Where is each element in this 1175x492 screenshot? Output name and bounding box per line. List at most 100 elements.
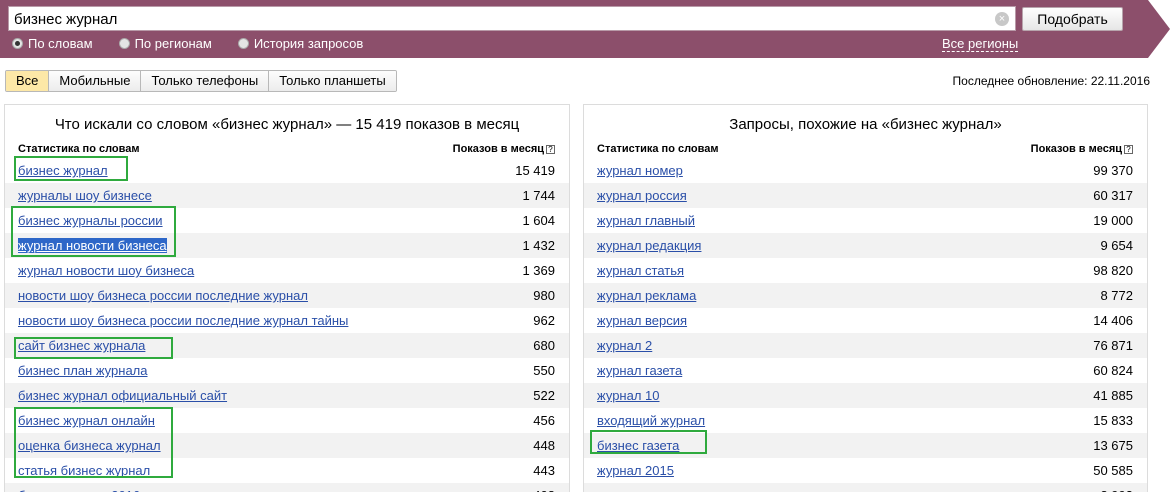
table-row: бизнес журналы россии 1 604 [5, 208, 569, 233]
tab-tablets-only[interactable]: Только планшеты [269, 71, 396, 91]
keyword-link[interactable]: сайт бизнес журнала [18, 338, 145, 353]
table-row: жк журнал 8 993 [584, 483, 1147, 492]
mode-label: По словам [28, 36, 93, 51]
table-row: журнал статья 98 820 [584, 258, 1147, 283]
table-row: журнал новости шоу бизнеса 1 369 [5, 258, 569, 283]
table-row: входящий журнал 15 833 [584, 408, 1147, 433]
impressions-count: 15 419 [515, 163, 555, 178]
table-row: журнал газета 60 824 [584, 358, 1147, 383]
tab-phones-only[interactable]: Только телефоны [141, 71, 270, 91]
table-row: журнал новости бизнеса 1 432 [5, 233, 569, 258]
keyword-link[interactable]: журнал реклама [597, 288, 696, 303]
table-row: журнал 10 41 885 [584, 383, 1147, 408]
keyword-link[interactable]: журнал 2015 [597, 463, 674, 478]
right-panel-title: Запросы, похожие на «бизнес журнал» [729, 116, 1002, 133]
mode-by-regions[interactable]: По регионам [118, 36, 212, 51]
table-row: журнал реклама 8 772 [584, 283, 1147, 308]
table-row: журнал редакция 9 654 [584, 233, 1147, 258]
table-row: бизнес журнал 2016 408 [5, 483, 569, 492]
search-band-arrow [1148, 0, 1170, 58]
table-row: сайт бизнес журнала 680 [5, 333, 569, 358]
impressions-count: 550 [533, 363, 555, 378]
keyword-link[interactable]: жк журнал [597, 488, 659, 492]
table-row: бизнес план журнала 550 [5, 358, 569, 383]
keyword-link[interactable]: журнал статья [597, 263, 684, 278]
keyword-link[interactable]: входящий журнал [597, 413, 705, 428]
search-box[interactable]: × [8, 6, 1016, 31]
keyword-link[interactable]: журнал редакция [597, 238, 701, 253]
keyword-link[interactable]: бизнес журнал официальный сайт [18, 388, 227, 403]
impressions-count: 448 [533, 438, 555, 453]
impressions-count: 99 370 [1093, 163, 1133, 178]
impressions-count: 980 [533, 288, 555, 303]
impressions-count: 14 406 [1093, 313, 1133, 328]
keyword-link[interactable]: журнал новости бизнеса [18, 238, 167, 253]
keyword-link[interactable]: журнал 2 [597, 338, 652, 353]
table-row: бизнес журнал онлайн 456 [5, 408, 569, 433]
impressions-count: 443 [533, 463, 555, 478]
table-row: новости шоу бизнеса россии последние жур… [5, 283, 569, 308]
impressions-count: 98 820 [1093, 263, 1133, 278]
impressions-count: 76 871 [1093, 338, 1133, 353]
impressions-count: 50 585 [1093, 463, 1133, 478]
impressions-count: 1 744 [522, 188, 555, 203]
clear-icon[interactable]: × [995, 12, 1009, 26]
keyword-link[interactable]: бизнес журнал 2016 [18, 488, 140, 492]
keyword-link[interactable]: бизнес журнал онлайн [18, 413, 155, 428]
table-row: журналы шоу бизнесе 1 744 [5, 183, 569, 208]
left-rows: бизнес журнал 15 419 журналы шоу бизнесе 1 … [5, 158, 569, 492]
impressions-count: 13 675 [1093, 438, 1133, 453]
keyword-link[interactable]: журнал версия [597, 313, 687, 328]
impressions-count: 9 654 [1100, 238, 1133, 253]
help-icon[interactable]: ? [1124, 144, 1133, 154]
keyword-link[interactable]: бизнес газета [597, 438, 679, 453]
keyword-link[interactable]: журнал газета [597, 363, 682, 378]
keyword-link[interactable]: журнал главный [597, 213, 695, 228]
impressions-count: 680 [533, 338, 555, 353]
impressions-count: 60 317 [1093, 188, 1133, 203]
mode-by-words[interactable]: По словам [12, 36, 93, 51]
table-row: оценка бизнеса журнал 448 [5, 433, 569, 458]
table-row: бизнес журнал 15 419 [5, 158, 569, 183]
keyword-link[interactable]: журналы шоу бизнесе [18, 188, 152, 203]
keyword-link[interactable]: новости шоу бизнеса россии последние жур… [18, 313, 348, 328]
col-words-label: Статистика по словам [18, 143, 140, 155]
all-regions-link[interactable]: Все регионы [942, 36, 1019, 52]
table-row: журнал версия 14 406 [584, 308, 1147, 333]
table-row: журнал номер 99 370 [584, 158, 1147, 183]
radio-icon[interactable] [237, 38, 249, 49]
search-input[interactable] [14, 9, 974, 29]
keyword-link[interactable]: статья бизнес журнал [18, 463, 150, 478]
table-row: журнал 2 76 871 [584, 333, 1147, 358]
mode-query-history[interactable]: История запросов [237, 36, 364, 51]
impressions-count: 1 432 [522, 238, 555, 253]
tab-mobile[interactable]: Мобильные [49, 71, 142, 91]
right-column-header: Статистика по словам Показов в месяц ? [584, 141, 1147, 157]
keyword-link[interactable]: новости шоу бизнеса россии последние жур… [18, 288, 308, 303]
radio-icon[interactable] [118, 38, 130, 49]
help-icon[interactable]: ? [546, 144, 555, 154]
impressions-count: 8 772 [1100, 288, 1133, 303]
keyword-link[interactable]: оценка бизнеса журнал [18, 438, 161, 453]
impressions-count: 41 885 [1093, 388, 1133, 403]
impressions-count: 408 [533, 488, 555, 492]
keyword-link[interactable]: бизнес журнал [18, 163, 108, 178]
search-mode-group: По словам По регионам История запросов [12, 36, 389, 51]
keyword-link[interactable]: бизнес журналы россии [18, 213, 163, 228]
mode-label: История запросов [253, 36, 364, 51]
impressions-count: 19 000 [1093, 213, 1133, 228]
keyword-link[interactable]: журнал новости шоу бизнеса [18, 263, 194, 278]
left-panel-title: Что искали со словом «бизнес журнал» — 1… [54, 116, 520, 133]
right-panel: Запросы, похожие на «бизнес журнал» Стат… [583, 104, 1148, 492]
col-count-label: Показов в месяц [1030, 143, 1122, 155]
tab-all[interactable]: Все [6, 71, 50, 91]
table-row: статья бизнес журнал 443 [5, 458, 569, 483]
keyword-link[interactable]: журнал россия [597, 188, 687, 203]
table-row: бизнес газета 13 675 [584, 433, 1147, 458]
keyword-link[interactable]: бизнес план журнала [18, 363, 148, 378]
keyword-link[interactable]: журнал 10 [597, 388, 660, 403]
keyword-link[interactable]: журнал номер [597, 163, 683, 178]
radio-icon[interactable] [12, 38, 23, 49]
table-row: журнал 2015 50 585 [584, 458, 1147, 483]
submit-button[interactable]: Подобрать [1022, 7, 1123, 31]
